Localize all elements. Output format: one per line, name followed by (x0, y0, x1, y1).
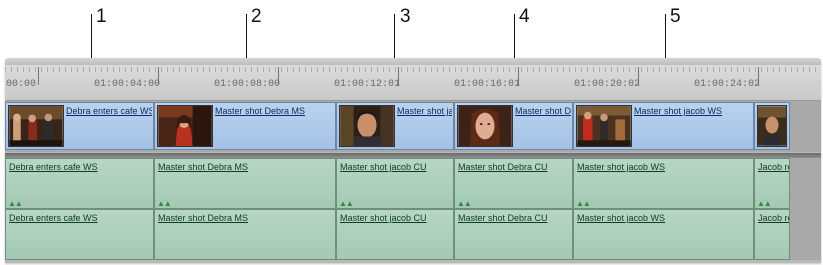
jacob-closeup-thumbnail (339, 105, 395, 147)
link-marker-icon: ▲▲ (757, 199, 772, 208)
audio-clip[interactable]: Jacob re ▲▲ (754, 158, 790, 209)
audio-clip[interactable]: Jacob re (754, 209, 790, 260)
video-track: Debra enters cafe WS Master shot Debra M… (5, 101, 821, 152)
video-clip-name: Master shot jacob CU (397, 106, 452, 116)
video-clip-name: Master shot jacob WS (634, 106, 723, 116)
timecode-ruler[interactable]: 00:00 01:00:04:00 01:00:08:00 01:00:12:0… (5, 65, 821, 101)
ruler-minor-ticks (5, 67, 821, 72)
debra-medium-shot-thumbnail (157, 105, 213, 147)
callout-3: 3 (400, 6, 411, 27)
timecode-label: 01:00:16:01 (454, 79, 521, 90)
audio-clip-name: Debra enters cafe WS (9, 162, 98, 172)
video-clip-name: Master shot Debra CU (515, 106, 571, 116)
audio-clip-name: Master shot jacob CU (340, 213, 427, 223)
audio-clip[interactable]: Master shot Debra MS (154, 209, 336, 260)
timecode-label: 00:00 (6, 79, 37, 90)
jacob-partial-thumbnail (757, 105, 787, 147)
audio-clip-name: Jacob re (758, 162, 789, 172)
callout-5: 5 (670, 6, 681, 27)
timecode-label: 01:00:24:02 (694, 79, 761, 90)
audio-clip[interactable]: Master shot jacob WS ▲▲ (573, 158, 754, 209)
timeline-panel: 00:00 01:00:04:00 01:00:08:00 01:00:12:0… (5, 58, 821, 263)
audio-clip-name: Master shot Debra MS (158, 162, 249, 172)
callout-4: 4 (519, 6, 530, 27)
audio-clip-name: Master shot Debra CU (458, 162, 548, 172)
video-clip[interactable]: Master shot jacob WS (573, 102, 754, 150)
video-clip[interactable]: Master shot jacob CU (336, 102, 454, 150)
video-clip[interactable]: Debra enters cafe WS (5, 102, 154, 150)
audio-clip[interactable]: Debra enters cafe WS (5, 209, 154, 260)
link-marker-icon: ▲▲ (339, 199, 354, 208)
timecode-label: 01:00:08:00 (214, 79, 281, 90)
video-clip[interactable] (754, 102, 790, 150)
timecode-label: 01:00:12:01 (334, 79, 401, 90)
video-clip-name: Master shot Debra MS (215, 106, 306, 116)
audio-clip[interactable]: Master shot Debra CU (454, 209, 573, 260)
audio-clip[interactable]: Master shot jacob CU ▲▲ (336, 158, 454, 209)
callout-1: 1 (96, 6, 107, 27)
timecode-label: 01:00:20:02 (574, 79, 641, 90)
audio-clip-name: Jacob re (758, 213, 789, 223)
audio-clip-name: Debra enters cafe WS (9, 213, 98, 223)
audio-clip[interactable]: Master shot jacob WS (573, 209, 754, 260)
link-marker-icon: ▲▲ (457, 199, 472, 208)
link-marker-icon: ▲▲ (157, 199, 172, 208)
cafe-wide-shot-thumbnail (8, 105, 64, 147)
audio-clip[interactable]: Master shot Debra CU ▲▲ (454, 158, 573, 209)
timecode-label: 01:00:04:00 (94, 79, 161, 90)
audio-clip[interactable]: Master shot jacob CU (336, 209, 454, 260)
link-marker-icon: ▲▲ (576, 199, 591, 208)
audio-clip[interactable]: Debra enters cafe WS ▲▲ (5, 158, 154, 209)
ruler-major-tick (38, 67, 39, 85)
audio-clip-name: Master shot jacob WS (577, 213, 666, 223)
audio-track-1: Debra enters cafe WS ▲▲ Master shot Debr… (5, 158, 821, 209)
audio-clip-name: Master shot jacob CU (340, 162, 427, 172)
audio-track-2: Debra enters cafe WS Master shot Debra M… (5, 209, 821, 260)
link-marker-icon: ▲▲ (8, 199, 23, 208)
jacob-wide-shot-thumbnail (576, 105, 632, 147)
audio-clip-name: Master shot jacob WS (577, 162, 666, 172)
timeline-top-strip (5, 58, 821, 65)
audio-clip-name: Master shot Debra MS (158, 213, 249, 223)
video-clip[interactable]: Master shot Debra MS (154, 102, 336, 150)
audio-clip[interactable]: Master shot Debra MS ▲▲ (154, 158, 336, 209)
audio-clip-name: Master shot Debra CU (458, 213, 548, 223)
video-clip[interactable]: Master shot Debra CU (454, 102, 573, 150)
callout-2: 2 (251, 6, 262, 27)
video-clip-name: Debra enters cafe WS (66, 106, 152, 116)
debra-closeup-thumbnail (457, 105, 513, 147)
